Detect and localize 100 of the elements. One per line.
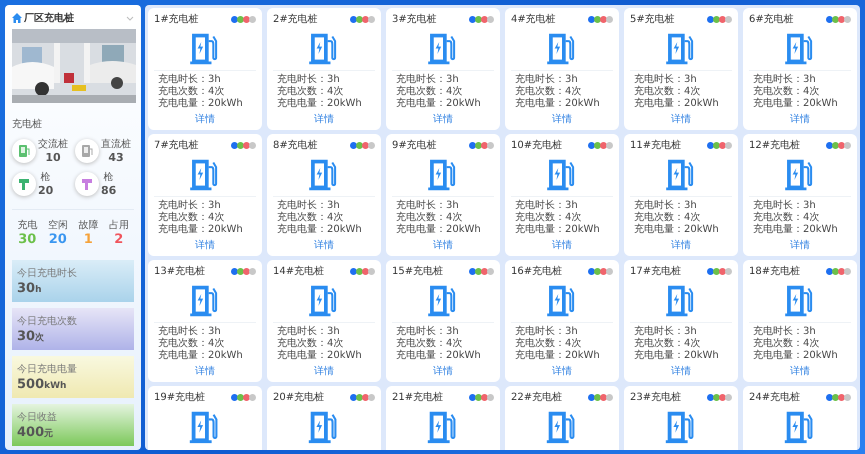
stat-label: 交流桩 [38,138,68,151]
details-link[interactable]: 详情 [552,364,572,378]
pile-stat: 充电次数：4次 [157,212,226,224]
details-link[interactable]: 详情 [433,112,453,126]
pile-stat: 充电电量：20kWh [752,224,839,236]
summary-value: 30次 [17,329,46,344]
chevron-icon[interactable] [126,14,134,22]
pile-title: 14#充电桩 [273,264,324,278]
details-link[interactable]: 详情 [790,238,810,252]
pile-stat: 充电次数：4次 [752,86,820,98]
pile-stat: 充电时长：3h [633,326,698,338]
sidebar-title: 厂区充电桩 [24,11,75,25]
section-label: 充电桩 [12,118,43,131]
pile-title: 19#充电桩 [154,390,206,404]
pile-title: 5#充电桩 [630,12,675,26]
pile-stat: 充电时长：3h [752,200,817,212]
stat-label: 直流桩 [101,138,131,151]
pile-title: 2#充电桩 [273,12,318,26]
pile-title: 21#充电桩 [392,390,444,404]
pile-stat: 充电次数：4次 [752,338,820,350]
pile-stat: 充电电量：20kWh [276,224,363,236]
details-link[interactable]: 详情 [314,238,334,252]
pile-stat: 充电时长：3h [752,74,817,86]
pile-title: 9#充电桩 [392,138,437,152]
details-link[interactable]: 详情 [552,112,572,126]
status-label: 故障 [78,218,98,232]
pile-stat: 充电时长：3h [514,200,579,212]
pile-stat: 充电时长：3h [157,74,222,86]
details-link[interactable]: 详情 [790,112,810,126]
pile-stat: 充电电量：20kWh [514,224,601,236]
details-link[interactable]: 详情 [552,238,572,252]
details-link[interactable]: 详情 [195,364,215,378]
details-link[interactable]: 详情 [671,238,691,252]
pile-stat: 充电电量：20kWh [752,98,839,110]
pile-title: 22#充电桩 [511,390,562,404]
pile-stat: 充电电量：20kWh [633,350,720,362]
pile-stat: 充电电量：20kWh [514,98,601,110]
status-label: 充电 [17,218,38,232]
pile-title: 13#充电桩 [154,264,206,278]
details-link[interactable]: 详情 [790,364,810,378]
pile-stat: 充电电量：20kWh [633,224,720,236]
details-link[interactable]: 详情 [195,238,215,252]
status-count: 2 [114,232,124,247]
summary-label: 今日充电时长 [17,266,78,280]
pile-stat: 充电电量：20kWh [157,350,244,362]
pile-stat: 充电时长：3h [157,326,222,338]
pile-title: 8#充电桩 [273,138,318,152]
details-link[interactable]: 详情 [671,364,691,378]
pile-title: 16#充电桩 [511,264,562,278]
pile-stat: 充电次数：4次 [633,86,702,98]
home-icon [12,13,22,23]
pile-title: 11#充电桩 [630,138,682,152]
status-count: 20 [48,232,67,247]
pile-stat: 充电次数：4次 [514,212,582,224]
pile-stat: 充电电量：20kWh [514,350,601,362]
stat-value: 10 [45,151,61,164]
status-count: 1 [84,232,93,247]
pile-stat: 充电次数：4次 [633,212,702,224]
details-link[interactable]: 详情 [433,238,453,252]
details-link[interactable]: 详情 [314,364,334,378]
details-link[interactable]: 详情 [195,112,215,126]
details-link[interactable]: 详情 [671,112,691,126]
pile-stat: 充电次数：4次 [276,338,344,350]
pile-stat: 充电时长：3h [395,200,460,212]
pile-stat: 充电时长：3h [276,200,341,212]
charger-icon [17,144,31,158]
summary-value: 30h [17,281,43,296]
pile-title: 24#充电桩 [749,390,800,404]
pile-title: 20#充电桩 [273,390,324,404]
pile-title: 3#充电桩 [392,12,437,26]
pile-stat: 充电电量：20kWh [752,350,839,362]
pile-stat: 充电时长：3h [276,326,341,338]
pile-stat: 充电时长：3h [514,74,579,86]
pile-stat: 充电时长：3h [276,74,341,86]
pile-stat: 充电次数：4次 [395,212,464,224]
pile-title: 6#充电桩 [749,12,794,26]
pile-stat: 充电电量：20kWh [395,98,482,110]
pile-stat: 充电时长：3h [752,326,817,338]
stat-value: 86 [101,184,116,197]
details-link[interactable]: 详情 [314,112,334,126]
pile-stat: 充电次数：4次 [276,86,344,98]
pile-stat: 充电时长：3h [395,74,460,86]
pile-title: 1#充电桩 [154,12,199,26]
pile-stat: 充电时长：3h [633,200,698,212]
pile-title: 23#充电桩 [630,390,682,404]
stat-value: 43 [108,151,124,164]
pile-stat: 充电次数：4次 [514,338,582,350]
pile-stat: 充电次数：4次 [633,338,702,350]
summary-label: 今日充电次数 [17,314,78,328]
summary-label: 今日收益 [17,411,58,424]
pile-stat: 充电次数：4次 [395,338,464,350]
charger-icon [80,144,94,158]
details-link[interactable]: 详情 [433,364,453,378]
status-label: 占用 [108,218,129,232]
stat-label: 枪 [104,170,114,184]
status-count: 30 [18,232,36,247]
pile-stat: 充电电量：20kWh [276,350,363,362]
pile-title: 17#充电桩 [630,264,682,278]
pile-stat: 充电时长：3h [633,74,698,86]
summary-label: 今日充电电量 [17,362,78,376]
